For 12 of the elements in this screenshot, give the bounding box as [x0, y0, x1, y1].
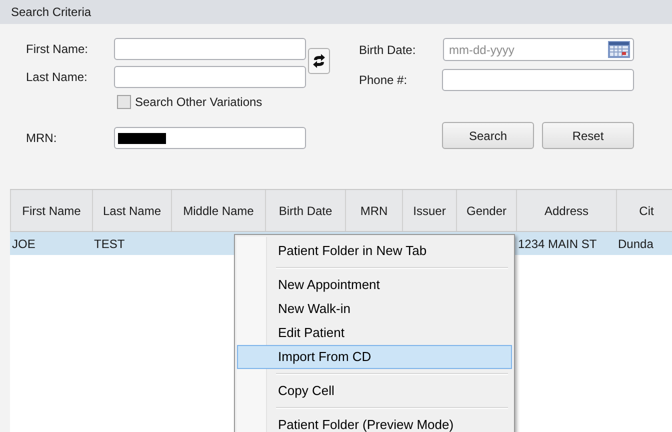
table-cell-text: 1234 MAIN ST	[518, 236, 597, 252]
table-cell-text: Dunda	[618, 236, 654, 252]
first-name-label: First Name:	[26, 42, 88, 56]
table-cell-text: JOE	[12, 236, 36, 252]
checkbox-label: Search Other Variations	[135, 94, 262, 111]
phone-label: Phone #:	[359, 73, 408, 87]
mrn-label: MRN:	[26, 131, 57, 145]
birth-date-label: Birth Date:	[359, 42, 416, 56]
table-cell-text: TEST	[94, 236, 125, 252]
last-name-label: Last Name:	[26, 70, 88, 84]
birth-date-placeholder: mm-dd-yyyy	[449, 42, 514, 58]
panel-title: Search Criteria	[11, 4, 92, 21]
